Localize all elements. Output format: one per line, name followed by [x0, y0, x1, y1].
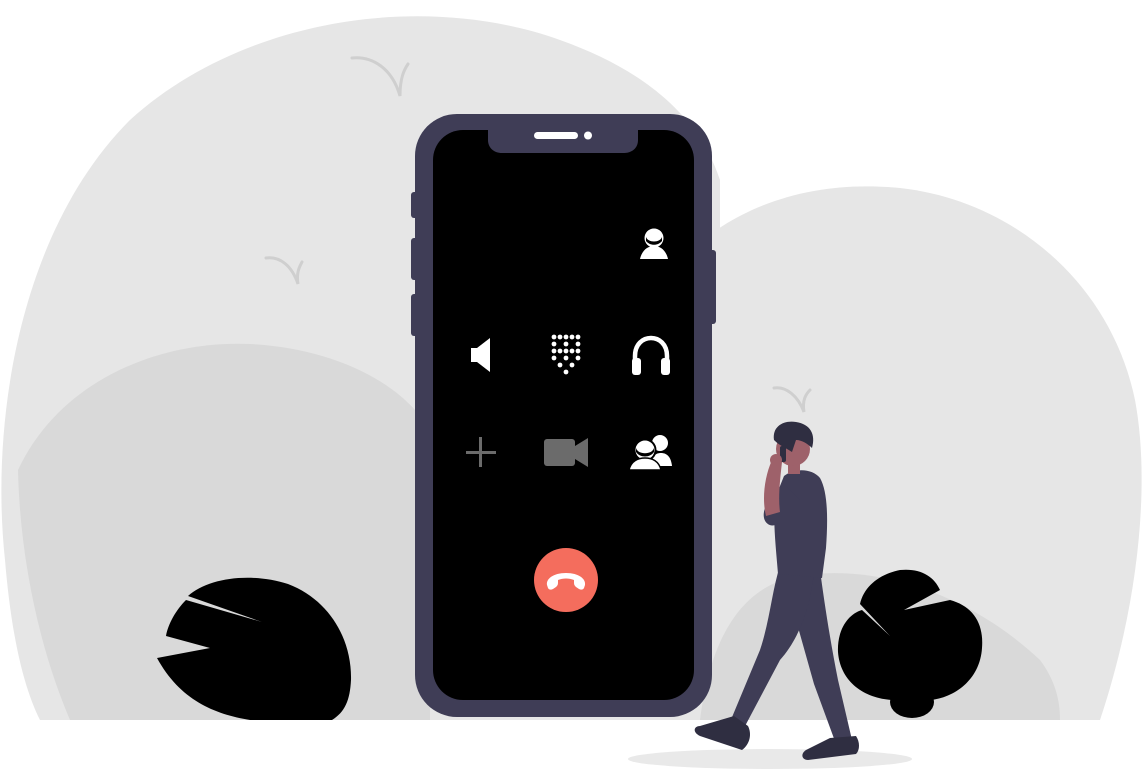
video-camera-icon[interactable] [544, 438, 588, 467]
phone-screen [433, 130, 694, 700]
phone-call-illustration [0, 0, 1146, 771]
person-torso [774, 470, 828, 578]
ground-shadow [628, 749, 912, 769]
phone-speaker-grille [534, 132, 578, 139]
smartphone [411, 114, 716, 717]
bush-base [890, 686, 934, 718]
illustration-canvas [1, 16, 1142, 769]
phone-camera [584, 131, 592, 140]
person-hand [770, 454, 782, 466]
end-call-button[interactable] [534, 548, 598, 612]
